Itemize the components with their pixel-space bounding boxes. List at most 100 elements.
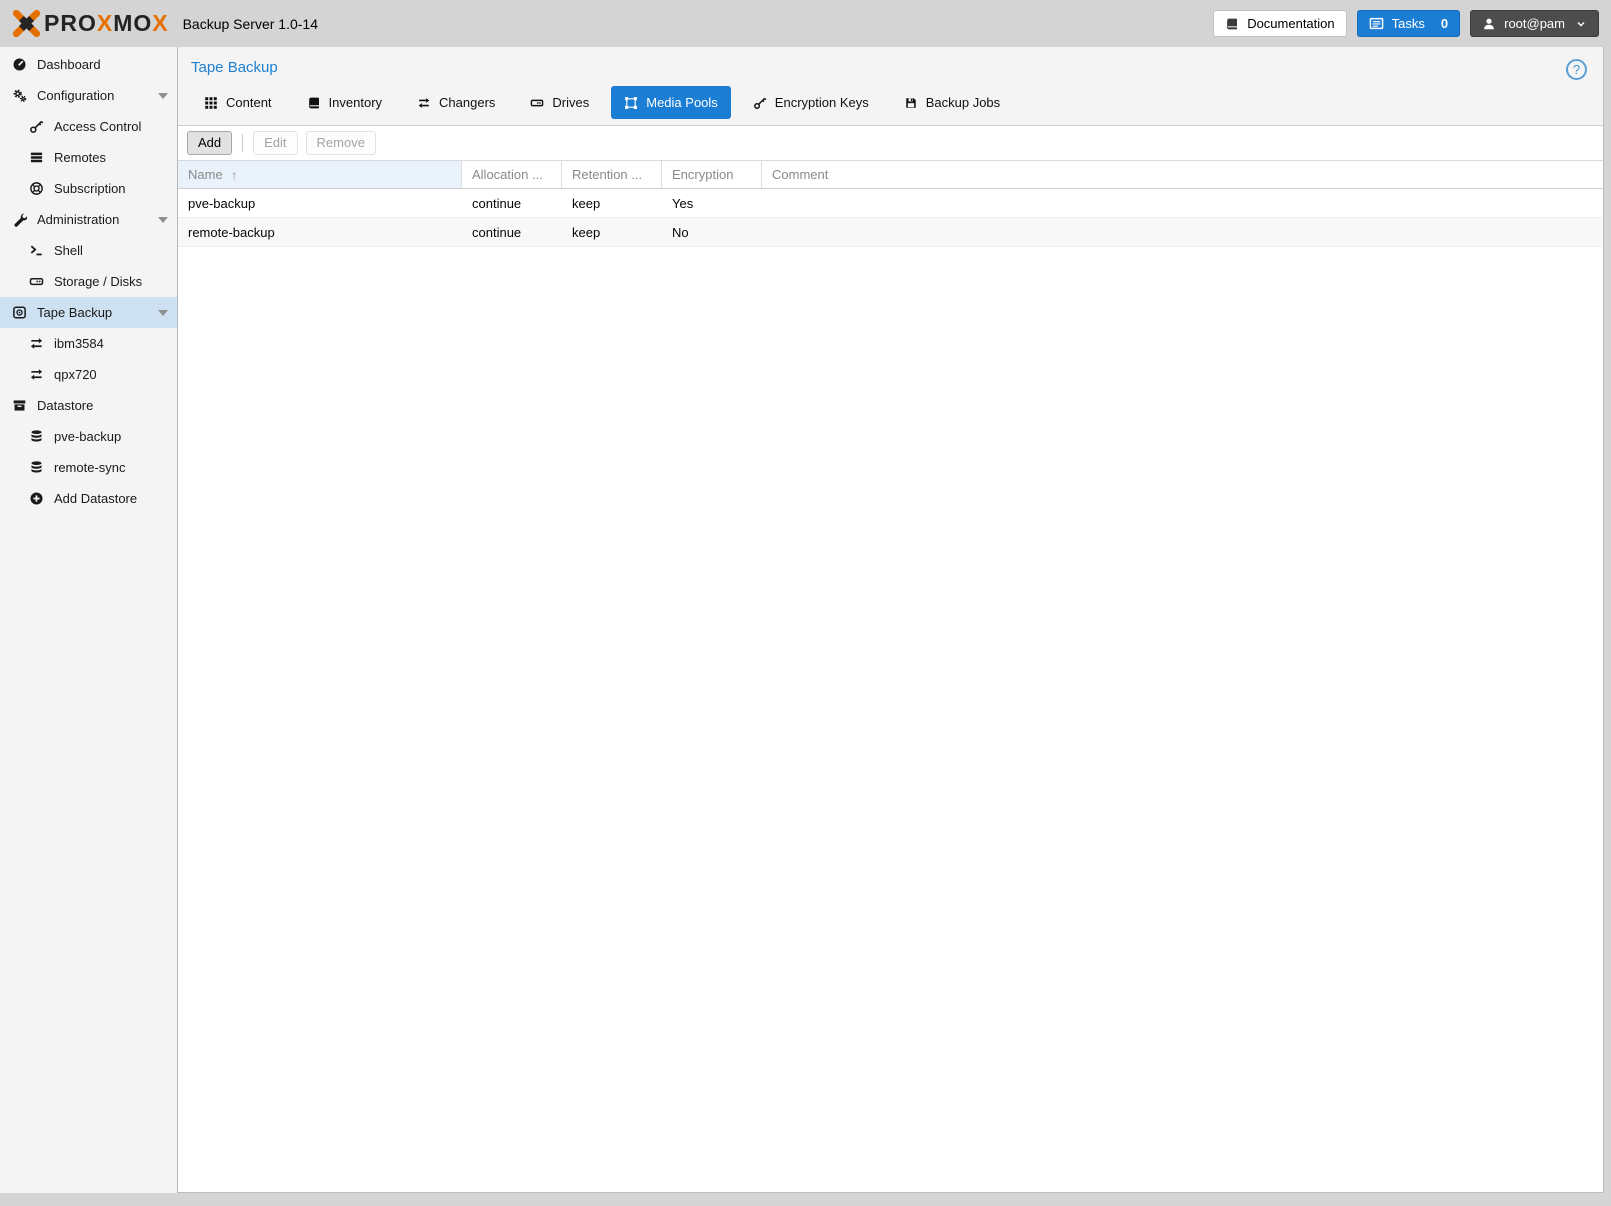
top-bar: PROXMOX Backup Server 1.0-14 Documentati… bbox=[0, 0, 1611, 47]
sidebar-item-configuration[interactable]: Configuration bbox=[0, 80, 177, 111]
sidebar-item-access-control[interactable]: Access Control bbox=[0, 111, 177, 142]
remove-button[interactable]: Remove bbox=[306, 131, 376, 155]
terminal-icon bbox=[28, 243, 45, 258]
documentation-label: Documentation bbox=[1247, 16, 1334, 31]
wrench-icon bbox=[11, 212, 28, 227]
tab-encryption-keys[interactable]: Encryption Keys bbox=[740, 86, 882, 119]
sidebar-item-ibm3584[interactable]: ibm3584 bbox=[0, 328, 177, 359]
column-header-allocation[interactable]: Allocation ... bbox=[462, 161, 562, 188]
sidebar-item-label: Remotes bbox=[54, 150, 106, 165]
sidebar-item-subscription[interactable]: Subscription bbox=[0, 173, 177, 204]
database-icon bbox=[28, 429, 45, 444]
column-header-comment[interactable]: Comment bbox=[762, 161, 1603, 188]
documentation-button[interactable]: Documentation bbox=[1213, 10, 1346, 37]
sidebar-item-pve-backup[interactable]: pve-backup bbox=[0, 421, 177, 452]
sidebar-item-label: Shell bbox=[54, 243, 83, 258]
sidebar-nav: Dashboard Configuration Access Control R… bbox=[0, 47, 178, 1193]
sidebar-item-tape-backup[interactable]: Tape Backup bbox=[0, 297, 177, 328]
cell-encryption: Yes bbox=[662, 189, 762, 217]
save-icon bbox=[904, 96, 918, 110]
life-ring-icon bbox=[28, 181, 45, 196]
sidebar-item-label: qpx720 bbox=[54, 367, 97, 382]
key-icon bbox=[753, 96, 767, 110]
sort-ascending-icon: ↑ bbox=[231, 167, 238, 183]
cell-comment bbox=[762, 218, 1603, 246]
tab-inventory[interactable]: Inventory bbox=[294, 86, 395, 119]
sidebar-item-label: remote-sync bbox=[54, 460, 126, 475]
sidebar-item-datastore[interactable]: Datastore bbox=[0, 390, 177, 421]
cell-comment bbox=[762, 189, 1603, 217]
tasks-button[interactable]: Tasks 0 bbox=[1357, 10, 1460, 37]
brand-wordmark: PROXMOX bbox=[44, 10, 169, 37]
sidebar-item-label: Subscription bbox=[54, 181, 126, 196]
cell-name: remote-backup bbox=[178, 218, 462, 246]
sidebar-item-remote-sync[interactable]: remote-sync bbox=[0, 452, 177, 483]
panel-header: Tape Backup ? Content Inventory Changers bbox=[178, 47, 1603, 126]
column-header-encryption[interactable]: Encryption bbox=[662, 161, 762, 188]
column-label: Allocation ... bbox=[472, 167, 543, 182]
topbar-actions: Documentation Tasks 0 root@pam bbox=[1213, 10, 1599, 37]
main-panel: Tape Backup ? Content Inventory Changers bbox=[178, 47, 1604, 1193]
cell-retention: keep bbox=[562, 189, 662, 217]
proxmox-x-logo-icon bbox=[12, 9, 41, 38]
sidebar-item-label: pve-backup bbox=[54, 429, 121, 444]
tab-label: Changers bbox=[439, 95, 495, 110]
sidebar-item-storage-disks[interactable]: Storage / Disks bbox=[0, 266, 177, 297]
tab-label: Content bbox=[226, 95, 272, 110]
plus-circle-icon bbox=[28, 491, 45, 506]
sidebar-item-label: Storage / Disks bbox=[54, 274, 142, 289]
sidebar-item-label: ibm3584 bbox=[54, 336, 104, 351]
sidebar-item-add-datastore[interactable]: Add Datastore bbox=[0, 483, 177, 514]
column-label: Name bbox=[188, 167, 223, 182]
table-row-pve-backup[interactable]: pve-backup continue keep Yes bbox=[178, 189, 1603, 218]
database-icon bbox=[28, 460, 45, 475]
column-label: Retention ... bbox=[572, 167, 642, 182]
tab-changers[interactable]: Changers bbox=[404, 86, 508, 119]
column-label: Encryption bbox=[672, 167, 733, 182]
edit-button[interactable]: Edit bbox=[253, 131, 297, 155]
sidebar-item-qpx720[interactable]: qpx720 bbox=[0, 359, 177, 390]
hdd-icon bbox=[28, 274, 45, 289]
tab-drives[interactable]: Drives bbox=[517, 86, 602, 119]
tab-backup-jobs[interactable]: Backup Jobs bbox=[891, 86, 1013, 119]
chevron-down-icon bbox=[1573, 18, 1587, 30]
column-header-name[interactable]: Name ↑ bbox=[178, 161, 462, 188]
sidebar-item-remotes[interactable]: Remotes bbox=[0, 142, 177, 173]
cell-allocation: continue bbox=[462, 189, 562, 217]
proxmox-logo: PROXMOX bbox=[12, 9, 169, 38]
collapse-arrow-icon bbox=[158, 310, 168, 316]
table-row-remote-backup[interactable]: remote-backup continue keep No bbox=[178, 218, 1603, 247]
tab-label: Drives bbox=[552, 95, 589, 110]
toolbar-separator bbox=[242, 134, 243, 152]
sidebar-item-administration[interactable]: Administration bbox=[0, 204, 177, 235]
user-label: root@pam bbox=[1504, 16, 1565, 31]
tasks-label: Tasks bbox=[1392, 16, 1425, 31]
task-list-icon bbox=[1369, 16, 1384, 31]
tab-label: Encryption Keys bbox=[775, 95, 869, 110]
sidebar-item-label: Administration bbox=[37, 212, 119, 227]
column-header-retention[interactable]: Retention ... bbox=[562, 161, 662, 188]
user-menu-button[interactable]: root@pam bbox=[1470, 10, 1599, 37]
sidebar-item-label: Tape Backup bbox=[37, 305, 112, 320]
brand-part: X bbox=[97, 10, 113, 36]
hdd-icon bbox=[530, 96, 544, 110]
sidebar-item-shell[interactable]: Shell bbox=[0, 235, 177, 266]
sidebar-item-label: Access Control bbox=[54, 119, 141, 134]
tab-media-pools[interactable]: Media Pools bbox=[611, 86, 731, 119]
sidebar-item-label: Add Datastore bbox=[54, 491, 137, 506]
server-bars-icon bbox=[28, 150, 45, 165]
grid-toolbar: Add Edit Remove bbox=[178, 126, 1603, 160]
cell-name: pve-backup bbox=[178, 189, 462, 217]
add-button[interactable]: Add bbox=[187, 131, 232, 155]
exchange-arrows-icon bbox=[28, 367, 45, 382]
brand-part: PRO bbox=[44, 10, 97, 36]
tab-content[interactable]: Content bbox=[191, 86, 285, 119]
help-button[interactable]: ? bbox=[1566, 59, 1587, 80]
app-body: Dashboard Configuration Access Control R… bbox=[0, 47, 1611, 1193]
sidebar-item-label: Dashboard bbox=[37, 57, 101, 72]
sidebar-item-label: Datastore bbox=[37, 398, 93, 413]
sidebar-item-dashboard[interactable]: Dashboard bbox=[0, 49, 177, 80]
tab-label: Media Pools bbox=[646, 95, 718, 110]
sidebar-item-label: Configuration bbox=[37, 88, 114, 103]
archive-box-icon bbox=[11, 398, 28, 413]
